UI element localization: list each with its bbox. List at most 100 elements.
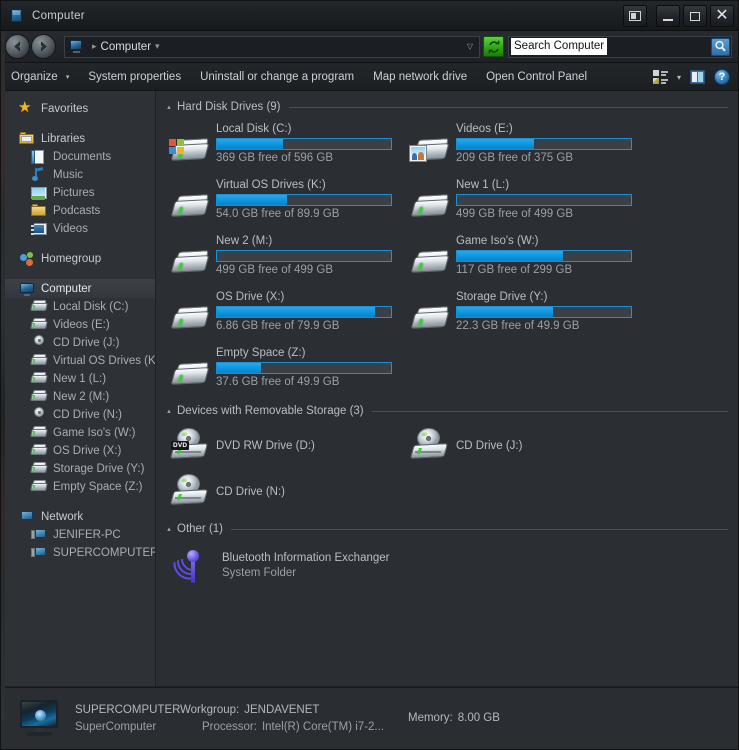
sidebar-item-os-drive-x[interactable]: OS Drive (X:) bbox=[1, 442, 155, 460]
collapse-caret-icon[interactable]: ▴ bbox=[164, 525, 174, 533]
address-bar[interactable]: ▸ Computer ▾ ▽ bbox=[64, 35, 480, 58]
hdd-icon bbox=[404, 289, 456, 335]
search-input[interactable]: Search Computer bbox=[511, 38, 608, 55]
toolbar-map-network-drive-button[interactable]: Map network drive bbox=[373, 71, 467, 83]
preview-pane-icon[interactable] bbox=[690, 70, 705, 84]
sidebar-item-new-2-m[interactable]: New 2 (M:) bbox=[1, 388, 155, 406]
hdd-icon bbox=[164, 345, 216, 391]
sidebar-item-jenifer-pc[interactable]: JENIFER-PC bbox=[1, 526, 155, 544]
sidebar-item-network[interactable]: Network bbox=[1, 507, 155, 526]
breadcrumb-separator-right[interactable]: ▾ bbox=[155, 41, 160, 52]
computer-icon bbox=[19, 281, 35, 297]
sidebar-item-label: CD Drive (N:) bbox=[53, 409, 122, 421]
workgroup-label: Workgroup: bbox=[180, 703, 240, 716]
sidebar-item-label: Documents bbox=[53, 151, 112, 163]
toolbar-uninstall-change-program-button[interactable]: Uninstall or change a program bbox=[200, 71, 354, 83]
hdd-icon bbox=[404, 177, 456, 223]
drive-capacity-text: 209 GB free of 375 GB bbox=[456, 152, 573, 164]
close-button[interactable]: ✕ bbox=[710, 5, 734, 27]
window-controls: ✕ bbox=[623, 5, 734, 27]
sidebar-item-cd-drive-n[interactable]: CD Drive (N:) bbox=[1, 406, 155, 424]
drive-name: OS Drive (X:) bbox=[216, 291, 285, 303]
toolbar-system-properties-button[interactable]: System properties bbox=[88, 71, 181, 83]
sidebar-item-label: OS Drive (X:) bbox=[53, 445, 122, 457]
drive-capacity-text: 37.6 GB free of 49.9 GB bbox=[216, 376, 340, 388]
drive-capacity-text: 499 GB free of 499 GB bbox=[216, 264, 333, 276]
maximize-button[interactable] bbox=[683, 5, 707, 27]
item-tile-bluetooth-information-exchanger[interactable]: Bluetooth Information Exchanger System F… bbox=[164, 532, 464, 591]
sidebar-item-label: Favorites bbox=[41, 102, 89, 115]
removable-tiles: DVD DVD RW Drive (D:) CD Drive (J:) CD D… bbox=[164, 423, 728, 515]
drive-tile-virtual-os-drives-k[interactable]: Virtual OS Drives (K:) 54.0 GB free of 8… bbox=[164, 175, 404, 230]
sidebar-item-empty-space-z[interactable]: Empty Space (Z:) bbox=[1, 478, 155, 496]
toolbar-organize-button[interactable]: Organize ▾ bbox=[11, 71, 69, 83]
capacity-bar bbox=[456, 138, 632, 150]
sidebar-item-supercomputer[interactable]: SUPERCOMPUTER bbox=[1, 544, 155, 562]
drive-tile-new-1-l[interactable]: New 1 (L:) 499 GB free of 499 GB bbox=[404, 175, 644, 230]
drive-tile-new-2-m[interactable]: New 2 (M:) 499 GB free of 499 GB bbox=[164, 231, 404, 286]
hdd-icon bbox=[30, 371, 48, 387]
breadcrumb-computer[interactable]: Computer bbox=[101, 41, 152, 53]
sidebar-item-music[interactable]: Music bbox=[1, 166, 155, 184]
command-toolbar: Organize ▾ System properties Uninstall o… bbox=[1, 63, 738, 91]
drive-name: Empty Space (Z:) bbox=[216, 347, 306, 359]
sidebar-item-documents[interactable]: Documents bbox=[1, 148, 155, 166]
sidebar-item-videos[interactable]: Videos bbox=[1, 220, 155, 238]
capacity-bar bbox=[216, 250, 392, 262]
drive-capacity-text: 54.0 GB free of 89.9 GB bbox=[216, 208, 340, 220]
search-icon[interactable] bbox=[711, 37, 730, 56]
sidebar-item-pictures[interactable]: Pictures bbox=[1, 184, 155, 202]
sidebar-item-libraries[interactable]: Libraries bbox=[1, 129, 155, 148]
drive-capacity-text: 117 GB free of 299 GB bbox=[456, 264, 573, 276]
chevron-down-icon[interactable]: ▾ bbox=[677, 73, 681, 82]
minimize-button[interactable] bbox=[656, 5, 680, 27]
sidebar-item-cd-drive-j[interactable]: CD Drive (J:) bbox=[1, 334, 155, 352]
network-computer-icon bbox=[31, 545, 47, 561]
dvd-badge-label: DVD bbox=[171, 441, 190, 450]
toolbar-open-control-panel-button[interactable]: Open Control Panel bbox=[486, 71, 587, 83]
drive-tile-dvd-rw-d[interactable]: DVD DVD RW Drive (D:) bbox=[164, 423, 404, 469]
toolbar-right-group: ▾ ? bbox=[652, 63, 730, 91]
drive-tile-os-drive-x[interactable]: OS Drive (X:) 6.86 GB free of 79.9 GB bbox=[164, 287, 404, 342]
drive-tile-videos-e[interactable]: Videos (E:) 209 GB free of 375 GB bbox=[404, 119, 644, 174]
capacity-bar bbox=[456, 250, 632, 262]
sidebar-item-new-1-l[interactable]: New 1 (L:) bbox=[1, 370, 155, 388]
sidebar-item-storage-drive-y[interactable]: Storage Drive (Y:) bbox=[1, 460, 155, 478]
sidebar-item-virtual-os-drives-k[interactable]: Virtual OS Drives (K: bbox=[1, 352, 155, 370]
sidebar-item-podcasts[interactable]: Podcasts bbox=[1, 202, 155, 220]
drive-name: Local Disk (C:) bbox=[216, 123, 292, 135]
collapse-caret-icon[interactable]: ▴ bbox=[164, 407, 174, 415]
drive-tile-cd-drive-j[interactable]: CD Drive (J:) bbox=[404, 423, 644, 469]
search-box[interactable]: Search Computer bbox=[508, 35, 732, 58]
section-header-removable-storage[interactable]: ▴ Devices with Removable Storage (3) bbox=[164, 403, 728, 419]
sidebar-item-label: Empty Space (Z:) bbox=[53, 481, 143, 493]
sidebar-item-game-isos-w[interactable]: Game Iso's (W:) bbox=[1, 424, 155, 442]
sidebar-item-favorites[interactable]: Favorites bbox=[1, 98, 155, 118]
forward-arrow-icon[interactable] bbox=[31, 34, 56, 59]
collapse-caret-icon[interactable]: ▴ bbox=[164, 103, 174, 111]
computer-monitor-icon bbox=[15, 698, 63, 740]
drive-tile-storage-drive-y[interactable]: Storage Drive (Y:) 22.3 GB free of 49.9 … bbox=[404, 287, 644, 342]
restore-down-button[interactable] bbox=[623, 5, 647, 27]
refresh-icon[interactable] bbox=[483, 36, 504, 57]
sidebar-item-local-disk-c[interactable]: Local Disk (C:) bbox=[1, 298, 155, 316]
section-header-hard-disk-drives[interactable]: ▴ Hard Disk Drives (9) bbox=[164, 99, 728, 115]
drive-tile-empty-space-z[interactable]: Empty Space (Z:) 37.6 GB free of 49.9 GB bbox=[164, 343, 404, 398]
drive-tile-local-disk-c[interactable]: Local Disk (C:) 369 GB free of 596 GB bbox=[164, 119, 404, 174]
back-arrow-icon[interactable] bbox=[5, 34, 30, 59]
address-history-caret[interactable]: ▽ bbox=[467, 42, 473, 51]
hdd-icon bbox=[30, 353, 48, 369]
drive-tile-game-isos-w[interactable]: Game Iso's (W:) 117 GB free of 299 GB bbox=[404, 231, 644, 286]
hdd-icon bbox=[164, 177, 216, 223]
sidebar-item-label: Homegroup bbox=[41, 252, 102, 265]
section-header-other[interactable]: ▴ Other (1) bbox=[164, 521, 728, 537]
drive-tile-cd-drive-n[interactable]: CD Drive (N:) bbox=[164, 469, 404, 515]
view-options-icon[interactable] bbox=[652, 70, 668, 84]
navigation-pane: Favorites Libraries Documents Music Pict… bbox=[1, 91, 156, 686]
help-icon[interactable]: ? bbox=[714, 69, 730, 85]
sidebar-item-computer[interactable]: Computer bbox=[1, 279, 155, 298]
sidebar-item-homegroup[interactable]: Homegroup bbox=[1, 249, 155, 268]
drive-capacity-text: 6.86 GB free of 79.9 GB bbox=[216, 320, 340, 332]
section-title: Hard Disk Drives (9) bbox=[177, 101, 281, 113]
sidebar-item-videos-e[interactable]: Videos (E:) bbox=[1, 316, 155, 334]
